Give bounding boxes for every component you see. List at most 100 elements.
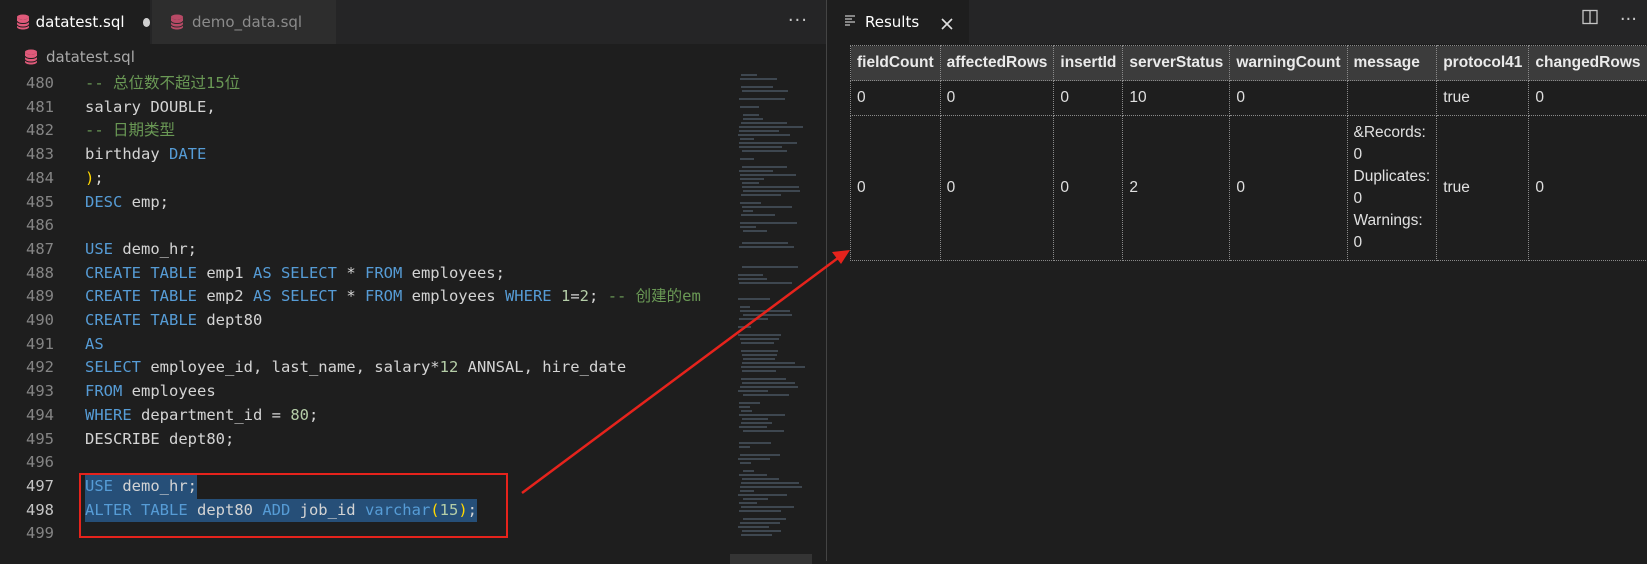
code-line[interactable]: 481 salary DOUBLE, <box>0 96 730 120</box>
column-header[interactable]: message <box>1347 46 1437 81</box>
minimap-slider[interactable] <box>730 554 812 564</box>
code-line[interactable]: 482-- 日期类型 <box>0 119 730 143</box>
minimap-line <box>740 486 802 488</box>
table-cell <box>1347 81 1437 116</box>
more-actions-icon[interactable]: ··· <box>1620 9 1637 30</box>
code-line[interactable]: 495DESCRIBE dept80; <box>0 428 730 452</box>
results-table: fieldCountaffectedRowsinsertIdserverStat… <box>850 45 1647 261</box>
close-icon[interactable] <box>941 16 953 28</box>
minimap-line <box>741 214 775 216</box>
minimap-line <box>740 306 750 308</box>
line-number: 487 <box>0 238 54 262</box>
minimap-line <box>741 194 781 196</box>
minimap-line <box>743 358 775 360</box>
preview-icon <box>845 13 857 31</box>
code-line[interactable]: 483birthday DATE <box>0 143 730 167</box>
minimap-line <box>739 98 785 100</box>
code-line[interactable]: 492SELECT employee_id, last_name, salary… <box>0 356 730 380</box>
minimap-line <box>743 498 768 500</box>
unsaved-dot-icon[interactable] <box>143 18 150 27</box>
minimap-line <box>743 114 759 116</box>
minimap-line <box>740 106 759 108</box>
minimap-line <box>741 410 752 412</box>
minimap-line <box>740 386 798 388</box>
minimap-line <box>739 406 750 408</box>
vertical-scrollbar[interactable] <box>812 70 826 561</box>
minimap-line <box>738 278 767 280</box>
tab-results[interactable]: Results <box>827 0 969 44</box>
tab-datatest-sql[interactable]: datatest.sql <box>0 0 150 44</box>
minimap-line <box>743 314 792 316</box>
column-header[interactable]: serverStatus <box>1123 46 1230 81</box>
minimap-line <box>738 134 790 136</box>
minimap-line <box>743 518 786 520</box>
line-number: 494 <box>0 404 54 428</box>
code-text: DESC emp; <box>85 191 169 215</box>
code-line[interactable]: 491AS <box>0 333 730 357</box>
column-header[interactable]: protocol41 <box>1437 46 1529 81</box>
code-text: salary DOUBLE, <box>85 96 216 120</box>
minimap-line <box>743 230 767 232</box>
minimap-line <box>742 382 795 384</box>
results-tab-bar: Results ··· <box>827 0 1647 44</box>
minimap-line <box>740 158 754 160</box>
column-header[interactable]: fieldCount <box>851 46 941 81</box>
code-line[interactable]: 480-- 总位数不超过15位 <box>0 72 730 96</box>
more-actions-icon[interactable]: ··· <box>788 10 808 31</box>
code-line[interactable]: 496 <box>0 451 730 475</box>
minimap-line <box>739 170 773 172</box>
minimap-line <box>742 478 779 480</box>
breadcrumb: datatest.sql <box>0 44 826 70</box>
table-cell: 10 <box>1123 81 1230 116</box>
minimap-line <box>743 470 754 472</box>
minimap-line <box>742 362 795 364</box>
minimap[interactable] <box>730 70 812 561</box>
table-cell: true <box>1437 81 1529 116</box>
minimap-line <box>738 458 770 460</box>
line-number: 481 <box>0 96 54 120</box>
minimap-line <box>739 442 771 444</box>
code-line[interactable]: 490CREATE TABLE dept80 <box>0 309 730 333</box>
code-line[interactable]: 494WHERE department_id = 80; <box>0 404 730 428</box>
code-line[interactable]: 488CREATE TABLE emp1 AS SELECT * FROM em… <box>0 262 730 286</box>
breadcrumb-file[interactable]: datatest.sql <box>46 48 135 66</box>
minimap-line <box>741 74 757 76</box>
minimap-line <box>742 370 776 372</box>
minimap-line <box>739 318 768 320</box>
editor-tab-bar: datatest.sql demo_data.sql ··· <box>0 0 826 44</box>
column-header[interactable]: affectedRows <box>940 46 1054 81</box>
line-number: 480 <box>0 72 54 96</box>
results-tab-label: Results <box>865 13 919 31</box>
results-table-wrap[interactable]: fieldCountaffectedRowsinsertIdserverStat… <box>850 45 1647 261</box>
code-text: CREATE TABLE dept80 <box>85 309 262 333</box>
code-text: ); <box>85 167 104 191</box>
code-line[interactable]: 486 <box>0 214 730 238</box>
table-row[interactable]: 000100true0 <box>851 81 1647 116</box>
minimap-line <box>740 202 761 204</box>
code-line[interactable]: 493FROM employees <box>0 380 730 404</box>
column-header[interactable]: changedRows <box>1529 46 1647 81</box>
table-cell: 0 <box>1529 81 1647 116</box>
column-header[interactable]: insertId <box>1054 46 1123 81</box>
code-line[interactable]: 487USE demo_hr; <box>0 238 730 262</box>
split-editor-icon[interactable] <box>1582 9 1598 30</box>
minimap-line <box>742 242 788 244</box>
tab-demo-data-sql[interactable]: demo_data.sql <box>152 0 336 44</box>
minimap-line <box>740 462 751 464</box>
code-line[interactable]: 484); <box>0 167 730 191</box>
table-cell: &Records:0Duplicates:0Warnings:0 <box>1347 116 1437 261</box>
minimap-line <box>742 206 792 208</box>
code-text: AS <box>85 333 104 357</box>
code-line[interactable]: 489CREATE TABLE emp2 AS SELECT * FROM em… <box>0 285 730 309</box>
code-line[interactable]: 485DESC emp; <box>0 191 730 215</box>
minimap-line <box>742 166 787 168</box>
column-header[interactable]: warningCount <box>1230 46 1347 81</box>
minimap-line <box>738 334 781 336</box>
minimap-line <box>743 118 763 120</box>
minimap-line <box>741 506 794 508</box>
minimap-line <box>741 86 773 88</box>
minimap-line <box>738 274 763 276</box>
code-text: FROM employees <box>85 380 216 404</box>
line-number: 497 <box>0 475 54 499</box>
table-row[interactable]: 00020&Records:0Duplicates:0Warnings:0tru… <box>851 116 1647 261</box>
